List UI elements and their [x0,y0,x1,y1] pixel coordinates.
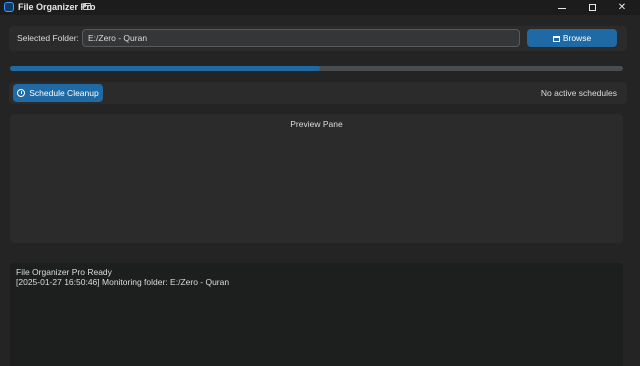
window-icon[interactable] [83,3,91,10]
close-icon: ✕ [617,2,627,13]
selected-folder-label: Selected Folder: [17,33,79,43]
schedule-cleanup-label: Schedule Cleanup [29,88,99,98]
preview-pane: Preview Pane [10,114,623,243]
log-line: [2025-01-27 16:50:46] Monitoring folder:… [16,277,230,287]
app-icon [4,2,14,12]
browse-button-label: Browse [562,33,592,43]
log-line: File Organizer Pro Ready [16,267,112,277]
minimize-icon [558,8,566,9]
alarm-clock-icon [17,89,26,97]
preview-pane-title: Preview Pane [290,119,343,129]
maximize-button[interactable] [577,0,607,15]
title-bar: File Organizer Pro ✕ [0,0,640,15]
folder-path-input[interactable]: E:/Zero - Quran [82,29,520,47]
folder-icon [552,36,560,42]
schedule-cleanup-button[interactable]: Schedule Cleanup [13,84,103,102]
close-button[interactable]: ✕ [607,0,637,15]
progress-bar-fill [10,66,320,71]
progress-bar [10,66,623,71]
maximize-icon [588,4,596,11]
minimize-button[interactable] [547,0,577,15]
log-textbox[interactable]: File Organizer Pro Ready [2025-01-27 16:… [10,263,623,366]
schedule-status: No active schedules [540,88,617,98]
browse-button[interactable]: Browse [527,29,617,47]
